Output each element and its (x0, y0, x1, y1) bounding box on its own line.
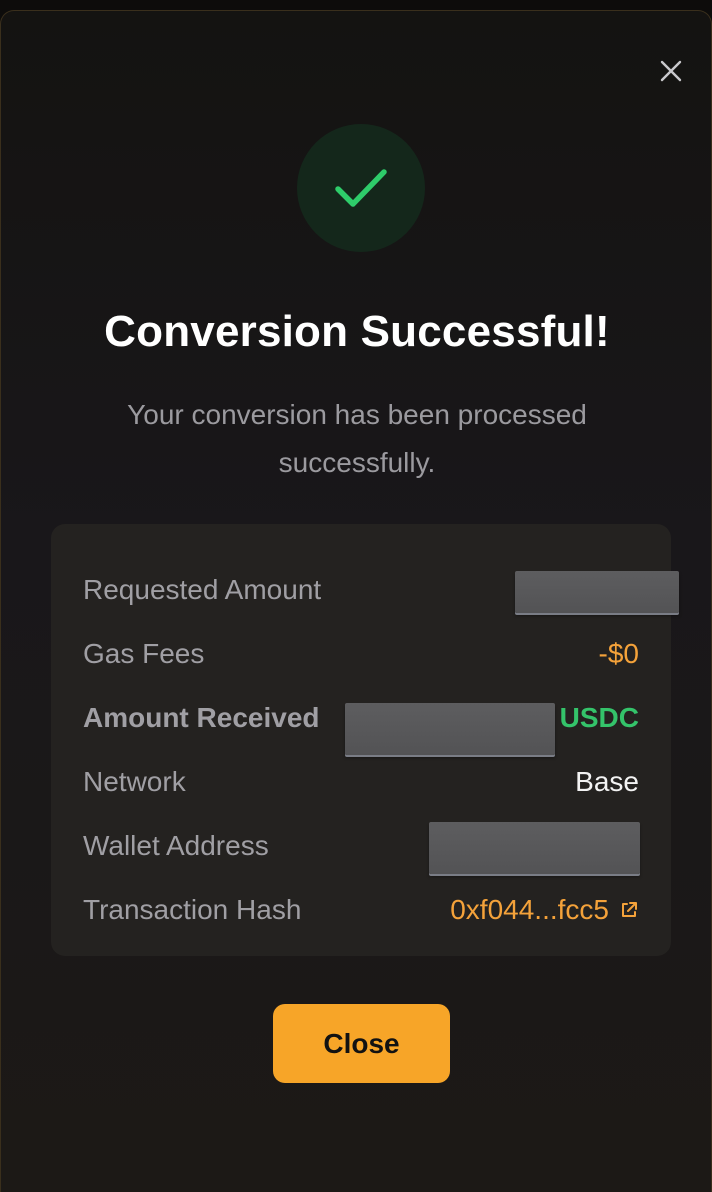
conversion-success-modal: Conversion Successful! Your conversion h… (0, 10, 712, 1192)
external-link-icon (619, 900, 639, 920)
gas-fees-label: Gas Fees (83, 638, 205, 669)
redacted-amount-received (345, 703, 555, 755)
amount-received-label: Amount Received (83, 702, 320, 733)
requested-amount-label: Requested Amount (83, 574, 322, 605)
redacted-requested-amount (515, 571, 679, 613)
success-badge (297, 124, 425, 252)
detail-row-amount-received: Amount Received USDC (83, 698, 639, 755)
conversion-details-panel: Requested Amount Gas Fees -$0 Amount Rec… (51, 524, 679, 956)
close-icon[interactable] (655, 55, 687, 87)
close-button[interactable]: Close (273, 1004, 450, 1083)
transaction-hash-label: Transaction Hash (83, 894, 302, 925)
wallet-address-label: Wallet Address (83, 830, 269, 861)
transaction-hash-link[interactable]: 0xf044...fcc5 (450, 890, 639, 930)
detail-row-gas-fees: Gas Fees -$0 (83, 634, 639, 674)
gas-fees-value: -$0 (598, 638, 639, 669)
detail-row-wallet-address: Wallet Address (83, 822, 640, 874)
detail-row-transaction-hash: Transaction Hash 0xf044...fcc5 (83, 890, 639, 930)
checkmark-icon (334, 167, 388, 209)
amount-received-currency: USDC (559, 702, 639, 733)
detail-row-requested-amount: Requested Amount (83, 570, 679, 613)
network-label: Network (83, 766, 186, 797)
network-value: Base (575, 766, 639, 797)
redacted-wallet-address (429, 822, 640, 874)
modal-title: Conversion Successful! (104, 307, 610, 356)
modal-subtitle: Your conversion has been processed succe… (127, 399, 587, 478)
transaction-hash-value: 0xf044...fcc5 (450, 894, 609, 925)
detail-row-network: Network Base (83, 762, 639, 802)
